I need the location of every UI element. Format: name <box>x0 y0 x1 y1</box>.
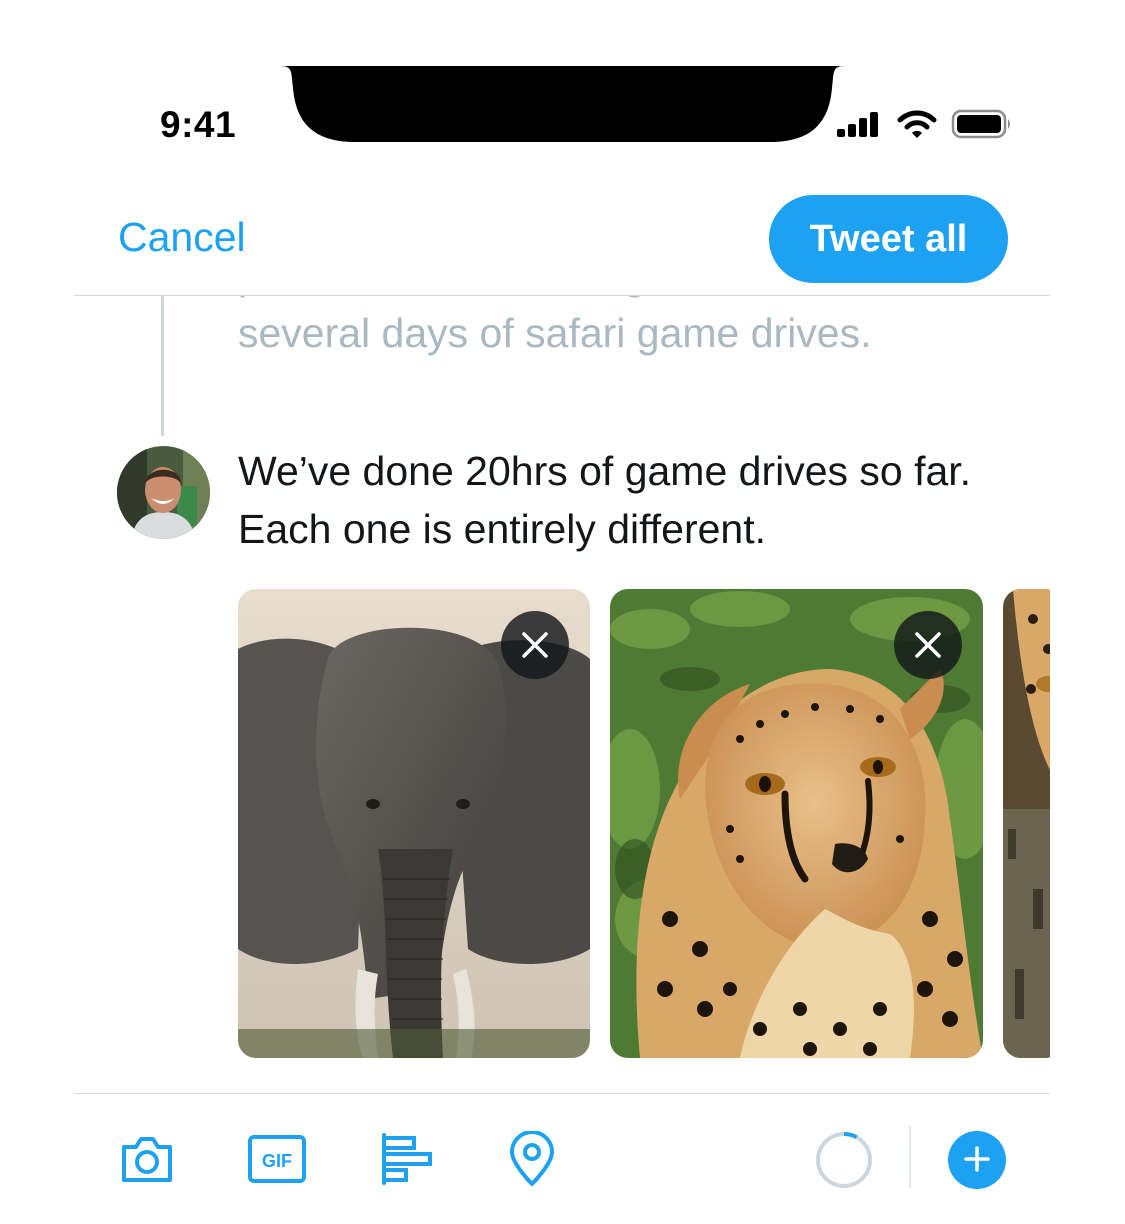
close-icon <box>520 630 550 660</box>
tweet-compose-text[interactable]: We’ve done 20hrs of game drives so far. … <box>238 442 1028 558</box>
toolbar-divider <box>74 1093 1050 1094</box>
device-notch <box>280 66 845 142</box>
media-elephant-photo[interactable] <box>238 589 590 1058</box>
svg-text:GIF: GIF <box>262 1151 292 1171</box>
media-cheetah-photo[interactable] <box>610 589 983 1058</box>
camera-button[interactable] <box>117 1130 177 1190</box>
previous-tweet-line: several days of safari game drives. <box>238 310 872 356</box>
media-attachments[interactable] <box>238 589 1050 1058</box>
camera-icon <box>119 1133 175 1188</box>
character-count-progress <box>814 1130 874 1190</box>
close-icon <box>913 630 943 660</box>
thread-scroll-area: plane to South Serengeti to start severa… <box>0 296 1125 436</box>
wifi-icon <box>897 109 937 144</box>
previous-tweet-text[interactable]: plane to South Serengeti to start severa… <box>238 296 1018 362</box>
plus-icon <box>963 1145 991 1176</box>
status-icons <box>835 109 1013 144</box>
media-leopard-photo[interactable] <box>1003 589 1050 1058</box>
location-pin-icon <box>508 1129 556 1190</box>
status-time: 9:41 <box>160 104 237 145</box>
toolbar-separator <box>909 1126 911 1188</box>
gif-icon: GIF <box>247 1134 307 1187</box>
add-tweet-button[interactable] <box>948 1131 1006 1189</box>
poll-button[interactable] <box>377 1130 437 1190</box>
thread-connector-line <box>161 296 164 436</box>
cellular-signal-icon <box>835 110 883 143</box>
tweet-all-button[interactable]: Tweet all <box>769 195 1008 283</box>
cancel-button[interactable]: Cancel <box>118 214 246 261</box>
remove-media-button[interactable] <box>894 611 962 679</box>
poll-icon <box>378 1132 436 1189</box>
remove-media-button[interactable] <box>501 611 569 679</box>
avatar <box>117 446 210 539</box>
battery-icon <box>951 109 1013 144</box>
location-button[interactable] <box>502 1129 562 1190</box>
previous-tweet-line: plane to South Serengeti to start <box>238 296 1018 304</box>
gif-button[interactable]: GIF <box>247 1130 307 1190</box>
